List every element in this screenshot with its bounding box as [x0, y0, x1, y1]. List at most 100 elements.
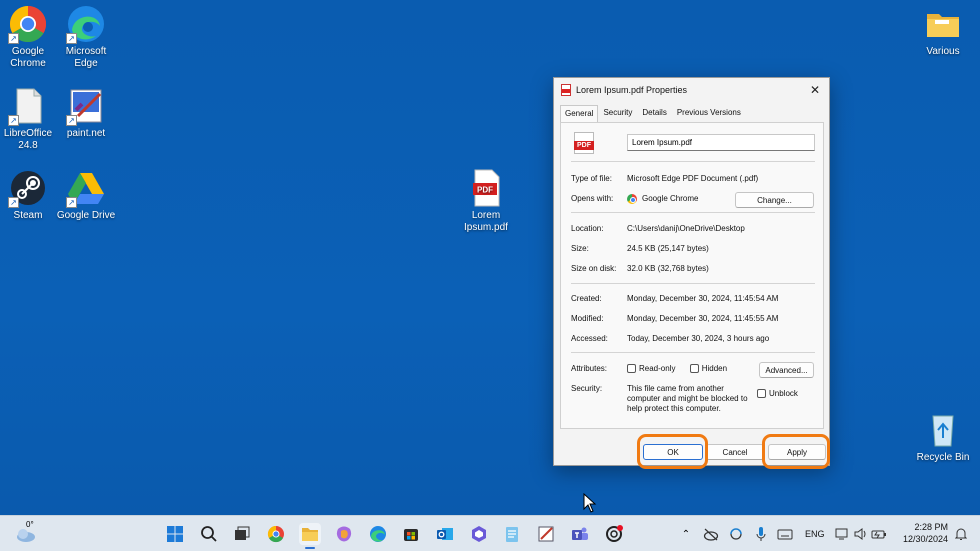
tray-cloud[interactable] [701, 523, 721, 545]
tab-details[interactable]: Details [637, 104, 671, 122]
network-icon [835, 528, 848, 540]
notifications-button[interactable] [952, 523, 970, 545]
volume-icon [854, 528, 866, 540]
pdf-icon [561, 84, 571, 96]
tray-app[interactable] [726, 523, 746, 545]
type-label: Type of file: [571, 174, 612, 183]
close-button[interactable]: ✕ [801, 78, 829, 102]
desktop-icon-libreoffice[interactable]: ↗ LibreOffice 24.8 [0, 86, 60, 152]
pdf-file-icon: PDF [466, 168, 506, 208]
accessed-value: Today, December 30, 2024, 3 hours ago [627, 334, 770, 343]
readonly-checkbox[interactable]: Read-only [627, 364, 676, 374]
microphone-icon [756, 527, 766, 541]
paintnet-icon [538, 526, 554, 542]
taskbar-copilot[interactable] [333, 523, 355, 545]
taskbar-file-explorer[interactable] [299, 523, 321, 549]
advanced-button[interactable]: Advanced... [759, 362, 814, 378]
taskbar-store[interactable] [400, 523, 422, 545]
weather-widget[interactable]: 0° [13, 520, 39, 545]
taskbar-edge[interactable] [367, 523, 389, 545]
ok-button-highlight [637, 434, 708, 469]
steam-icon: ↗ [8, 168, 48, 208]
size-value: 24.5 KB (25,147 bytes) [627, 244, 709, 253]
desktop-icon-paintnet[interactable]: ↗ paint.net [54, 86, 118, 140]
filename-field[interactable]: Lorem Ipsum.pdf [627, 134, 815, 151]
taskbar-chrome[interactable] [265, 523, 287, 545]
taskbar-chatgpt[interactable] [603, 523, 625, 545]
chatgpt-icon [606, 525, 623, 542]
clock-date: 12/30/2024 [902, 534, 948, 544]
folder-icon [923, 4, 963, 44]
start-button[interactable] [164, 523, 186, 545]
desktop-icon-steam[interactable]: ↗ Steam [0, 168, 60, 222]
app-hexagon-icon [472, 526, 486, 542]
edge-icon [370, 526, 386, 542]
tray-overflow-button[interactable]: ⌃ [677, 523, 695, 545]
desktop: ↗ Google Chrome ↗ Microsoft Edge ↗ Libre… [0, 0, 980, 515]
keyboard-icon [777, 529, 793, 540]
close-icon: ✕ [809, 83, 821, 97]
clock-time: 2:28 PM [914, 522, 948, 532]
dialog-titlebar[interactable]: Lorem Ipsum.pdf Properties ✕ [554, 78, 829, 102]
desktop-icon-label: LibreOffice 24.8 [3, 128, 53, 151]
desktop-icon-label: Various [926, 46, 960, 57]
desktop-icon-lorem-pdf[interactable]: PDF Lorem Ipsum.pdf [454, 168, 518, 234]
taskbar-paintnet[interactable] [535, 523, 557, 545]
desktop-icon-edge[interactable]: ↗ Microsoft Edge [54, 4, 118, 70]
chevron-up-icon: ⌃ [681, 528, 691, 540]
location-label: Location: [571, 224, 604, 233]
taskbar-notepad[interactable] [501, 523, 523, 545]
store-icon [404, 529, 418, 541]
opens-with-value: Google Chrome [642, 194, 699, 204]
battery-icon [871, 530, 886, 539]
modified-label: Modified: [571, 314, 604, 323]
search-button[interactable] [198, 523, 220, 545]
tray-microphone[interactable] [751, 523, 771, 545]
desktop-icon-label: Microsoft Edge [65, 46, 107, 69]
taskbar-app-diamond[interactable] [468, 523, 490, 545]
notepad-icon [506, 527, 518, 542]
size-label: Size: [571, 244, 589, 253]
divider [571, 212, 815, 213]
taskbar-teams[interactable] [569, 523, 591, 545]
change-button[interactable]: Change... [735, 192, 814, 208]
chrome-icon [267, 525, 284, 543]
unblock-checkbox[interactable]: Unblock [757, 389, 798, 399]
type-value: Microsoft Edge PDF Document (.pdf) [627, 174, 759, 183]
language-indicator[interactable]: ENG [805, 516, 825, 551]
bell-icon [955, 528, 967, 540]
security-text: This file came from another computer and… [627, 384, 748, 413]
desktop-icon-chrome[interactable]: ↗ Google Chrome [0, 4, 60, 70]
divider [571, 283, 815, 284]
task-view-button[interactable] [231, 523, 253, 545]
chrome-icon: ↗ [8, 4, 48, 44]
taskbar-outlook[interactable] [434, 523, 456, 545]
location-value: C:\Users\danij\OneDrive\Desktop [627, 224, 745, 233]
tray-network[interactable] [834, 523, 852, 545]
search-icon [201, 526, 217, 542]
cancel-button[interactable]: Cancel [706, 444, 764, 460]
tab-security[interactable]: Security [598, 104, 637, 122]
desktop-icon-various[interactable]: Various [911, 4, 975, 58]
mouse-cursor-icon [583, 493, 597, 513]
tray-battery[interactable] [870, 523, 888, 545]
tab-previous-versions[interactable]: Previous Versions [672, 104, 746, 122]
created-label: Created: [571, 294, 602, 303]
tray-volume[interactable] [852, 523, 870, 545]
recycle-bin-icon [923, 410, 963, 450]
desktop-icon-google-drive[interactable]: ↗ Google Drive [54, 168, 118, 222]
readonly-label: Read-only [639, 364, 676, 373]
hidden-checkbox[interactable]: Hidden [689, 364, 727, 374]
modified-value: Monday, December 30, 2024, 11:45:55 AM [627, 314, 779, 323]
sync-icon [730, 528, 742, 540]
desktop-icon-recycle-bin[interactable]: Recycle Bin [911, 410, 975, 464]
opens-with-label: Opens with: [571, 194, 614, 203]
google-drive-icon: ↗ [66, 168, 106, 208]
paintnet-icon: ↗ [66, 86, 106, 126]
desktop-icon-label: Lorem Ipsum.pdf [464, 210, 508, 233]
desktop-icon-label: Google Chrome [10, 46, 46, 69]
tray-keyboard[interactable] [775, 523, 795, 545]
tab-general[interactable]: General [560, 105, 599, 123]
clock[interactable]: 2:28 PM 12/30/2024 [903, 521, 948, 545]
weather-temp: 0° [26, 520, 34, 529]
